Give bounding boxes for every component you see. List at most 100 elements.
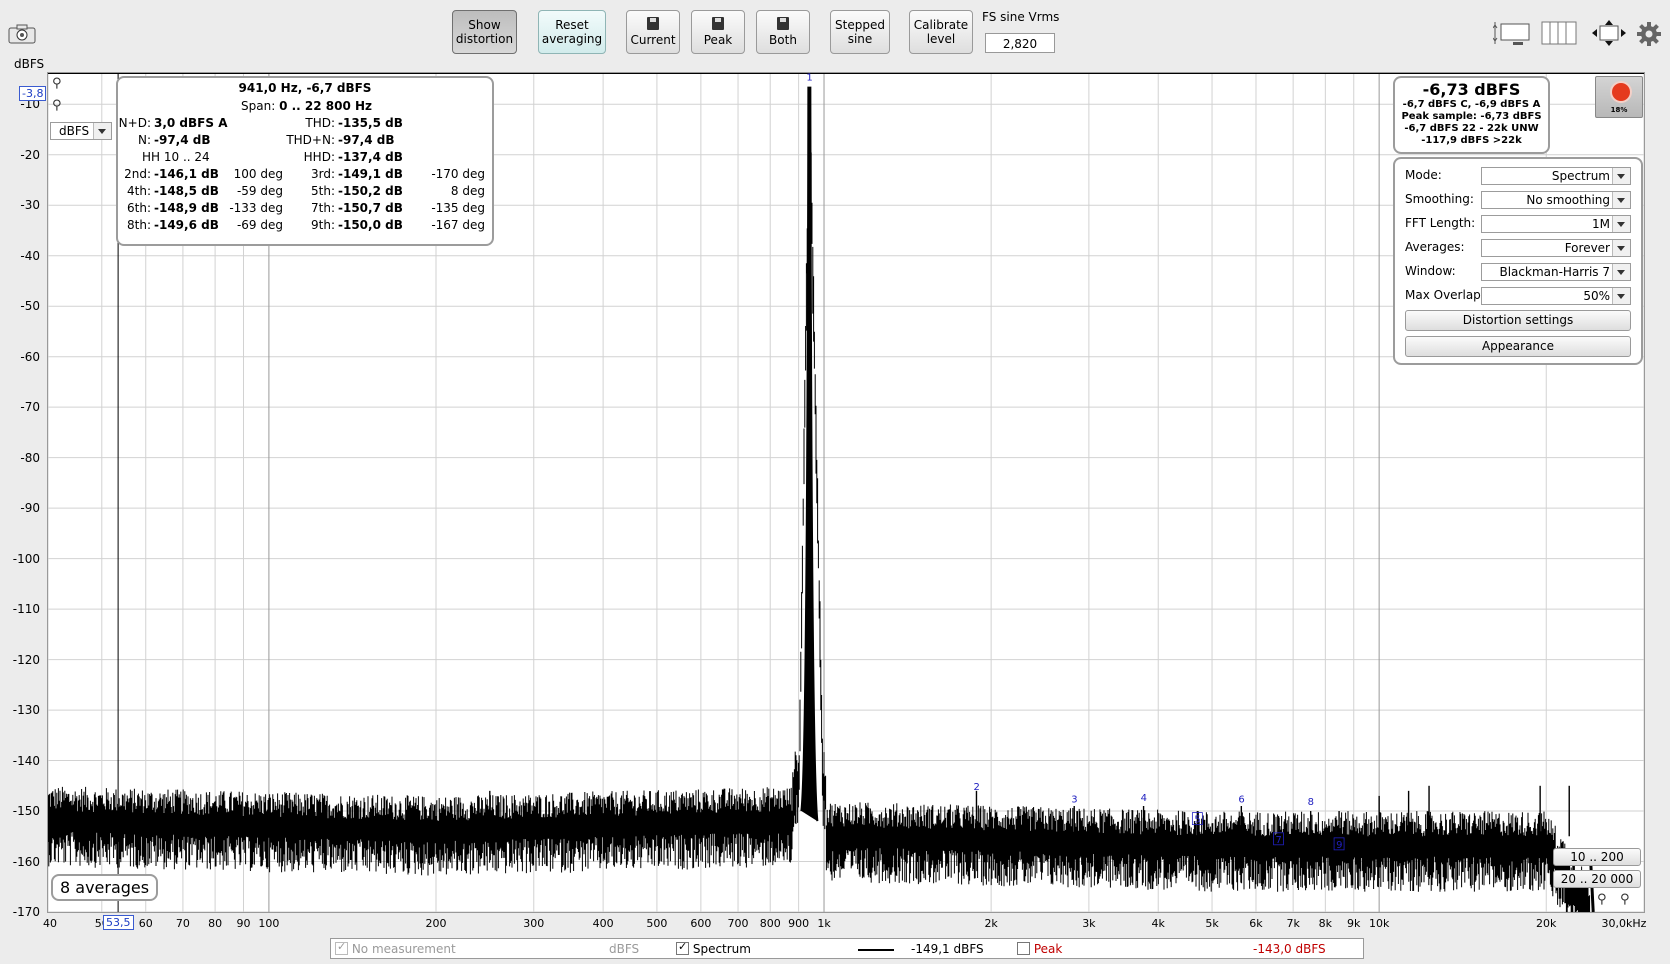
y-tick-label: -50 <box>20 299 40 314</box>
y-tick-label: -110 <box>12 602 40 617</box>
distortion-title: 941,0 Hz, -6,7 dBFS <box>238 81 372 95</box>
x-tick-label: 9k <box>1347 917 1361 930</box>
move-arrows-icon[interactable] <box>1591 19 1627 47</box>
x-tick-label: 5k <box>1205 917 1219 930</box>
reset-averaging-button[interactable]: Reset averaging <box>538 10 606 54</box>
setting-select[interactable]: Spectrum <box>1481 167 1631 185</box>
distortion-settings-button[interactable]: Distortion settings <box>1405 310 1631 331</box>
setting-select[interactable]: Blackman-Harris 7 <box>1481 263 1631 281</box>
legend-no-measurement-unit: dBFS <box>609 942 640 956</box>
distortion-panel: 941,0 Hz, -6,7 dBFS Span: 0 .. 22 800 Hz… <box>116 76 494 246</box>
setting-select[interactable]: 1M <box>1481 215 1631 233</box>
stepped-sine-button[interactable]: Stepped sine <box>830 10 890 54</box>
level-panel: -6,73 dBFS -6,7 dBFS C, -6,9 dBFS A Peak… <box>1393 76 1550 154</box>
y-tick-label: -80 <box>20 450 40 465</box>
chevron-down-icon <box>1612 288 1630 304</box>
setting-label: Mode: <box>1405 168 1442 182</box>
legend-peak-label: Peak <box>1033 942 1063 956</box>
legend-spectrum[interactable]: Spectrum <box>676 940 751 956</box>
save-current-button[interactable]: Current <box>626 10 680 54</box>
dist-label: 5th: <box>311 184 335 198</box>
setting-select[interactable]: Forever <box>1481 239 1631 257</box>
legend-peak[interactable]: Peak <box>1017 942 1062 956</box>
chevron-down-icon <box>1612 216 1630 232</box>
x-tick-label: 800 <box>759 917 781 930</box>
checkbox-icon <box>335 940 348 955</box>
range-20-20000-button[interactable]: 20 .. 20 000 <box>1553 870 1641 888</box>
zoom-icon[interactable]: ⚲ <box>1597 892 1607 907</box>
save-peak-button[interactable]: Peak <box>691 10 745 54</box>
y-tick-label: -150 <box>12 804 40 819</box>
x-tick-label: 30,0kHz <box>1601 917 1647 930</box>
legend-no-measurement[interactable]: No measurement <box>335 940 456 956</box>
record-button[interactable]: 18% <box>1595 76 1643 118</box>
dist-label: N+D: <box>118 116 151 130</box>
x-tick-label: 200 <box>425 917 447 930</box>
dist-label: 7th: <box>311 201 335 215</box>
y-cursor-value[interactable]: -3,8 <box>19 86 47 101</box>
columns-icon[interactable] <box>1541 20 1577 46</box>
level-line-1: -6,7 dBFS C, -6,9 dBFS A <box>1402 99 1541 110</box>
y-tick-label: -100 <box>12 551 40 566</box>
dist-value: -149,1 dB <box>338 167 403 181</box>
span-value: 0 .. 22 800 Hz <box>279 99 373 113</box>
x-tick-label: 600 <box>690 917 712 930</box>
x-tick-label: 700 <box>727 917 749 930</box>
dist-label: HH 10 .. 24 <box>142 150 210 164</box>
save-both-button[interactable]: Both <box>756 10 810 54</box>
y-tick-label: -90 <box>20 501 40 516</box>
dist-value: 3,0 dBFS A <box>154 116 228 130</box>
appearance-button[interactable]: Appearance <box>1405 336 1631 357</box>
fs-sine-input[interactable]: 2,820 <box>985 33 1055 53</box>
graph-width-icon[interactable] <box>1492 20 1533 46</box>
x-tick-label: 80 <box>208 917 223 930</box>
x-tick-label: 500 <box>646 917 668 930</box>
y-tick-label: -60 <box>20 349 40 364</box>
zoom-icon[interactable]: ⚲ <box>1620 892 1630 907</box>
x-tick-label: 20k <box>1536 917 1557 930</box>
legend-peak-value: -143,0 dBFS <box>1253 942 1326 956</box>
dist-value: -150,7 dB <box>338 201 403 215</box>
zoom-icon[interactable]: ⚲ <box>52 76 62 91</box>
dist-phase: 8 deg <box>450 184 485 198</box>
reset-averaging-label-1: Reset <box>555 18 589 32</box>
setting-select[interactable]: No smoothing <box>1481 191 1631 209</box>
span-row: Span: 0 .. 22 800 Hz <box>241 99 372 113</box>
setting-select[interactable]: 50% <box>1481 287 1631 305</box>
show-distortion-label-2: distortion <box>455 32 514 46</box>
x-cursor-value[interactable]: 53,5 <box>103 915 134 930</box>
legend-spectrum-label: Spectrum <box>692 942 751 956</box>
x-tick-label: 300 <box>523 917 545 930</box>
record-icon <box>1612 83 1630 101</box>
averages-badge: 8 averages <box>51 874 159 901</box>
y-unit-select-value: dBFS <box>59 124 90 138</box>
show-distortion-button[interactable]: Show distortion <box>452 10 517 54</box>
save-icon <box>647 17 659 30</box>
dist-label: 3rd: <box>310 167 335 181</box>
calibrate-level-button[interactable]: Calibrate level <box>909 10 973 54</box>
dist-value: -150,2 dB <box>338 184 403 198</box>
range-10-200-button[interactable]: 10 .. 200 <box>1553 848 1641 866</box>
settings-panel: Mode: Spectrum Smoothing: No smoothing FFT L… <box>1393 157 1643 365</box>
show-distortion-label-1: Show <box>468 18 501 32</box>
x-tick-label: 8k <box>1318 917 1333 930</box>
x-tick-label: 70 <box>175 917 190 930</box>
dist-value: -137,4 dB <box>338 150 403 164</box>
dist-label: 4th: <box>127 184 151 198</box>
camera-icon[interactable] <box>8 24 36 44</box>
zoom-icon[interactable]: ⚲ <box>52 98 62 113</box>
dist-phase: -135 deg <box>431 201 485 215</box>
chevron-down-icon <box>1612 240 1630 256</box>
legend-bar: No measurement dBFS Spectrum -149,1 dBFS… <box>330 938 1364 959</box>
x-tick-label: 4k <box>1151 917 1165 930</box>
calibrate-level-label-1: Calibrate <box>913 18 969 32</box>
dist-label: HHD: <box>303 150 335 164</box>
calibrate-level-label-2: level <box>926 32 956 46</box>
setting-select-value: Forever <box>1564 241 1610 255</box>
harmonic-marker: 2 <box>973 782 979 793</box>
x-tick-label: 6k <box>1249 917 1263 930</box>
setting-select-value: Blackman-Harris 7 <box>1499 265 1610 279</box>
gear-icon[interactable] <box>1637 22 1661 46</box>
harmonic-marker: 5 <box>1194 815 1200 826</box>
setting-label: Smoothing: <box>1405 192 1474 206</box>
